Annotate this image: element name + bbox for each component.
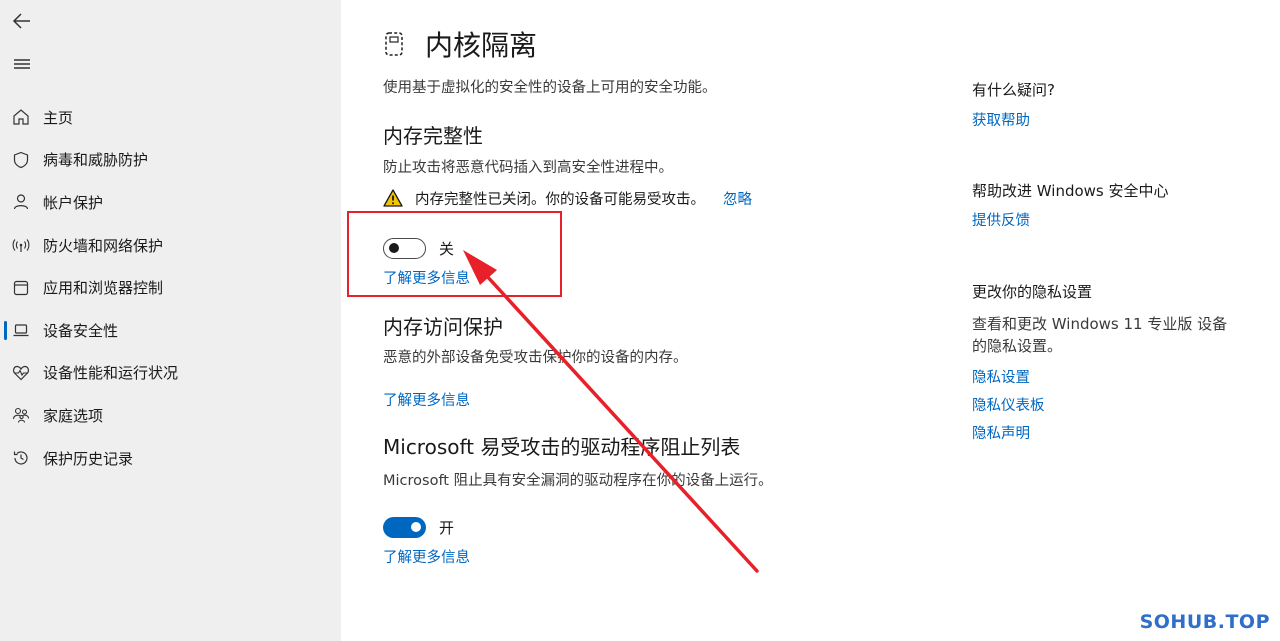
driver-blocklist-title: Microsoft 易受攻击的驱动程序阻止列表: [383, 435, 741, 459]
history-icon: [11, 448, 31, 468]
sidebar-item-device-security[interactable]: 设备安全性: [0, 309, 341, 352]
toggle-state-label: 开: [439, 518, 455, 537]
navigation-sidebar: 主页 病毒和威胁防护 帐户保护 防火墙和网络保护 应用和浏览器控制 设备安全性 …: [0, 0, 341, 641]
sidebar-item-label: 设备性能和运行状况: [43, 364, 179, 383]
menu-button[interactable]: [8, 51, 36, 77]
shield-icon: [11, 150, 31, 170]
warning-text: 内存完整性已关闭。你的设备可能易受攻击。: [415, 191, 705, 208]
laptop-icon: [11, 320, 31, 340]
driver-blocklist-description: Microsoft 阻止具有安全漏洞的驱动程序在你的设备上运行。: [383, 473, 773, 489]
sidebar-item-account-protection[interactable]: 帐户保护: [0, 181, 341, 224]
sidebar-item-device-performance[interactable]: 设备性能和运行状况: [0, 352, 341, 395]
toggle-knob: [411, 522, 421, 532]
memory-integrity-learn-more-link[interactable]: 了解更多信息: [383, 267, 470, 288]
family-icon: [11, 405, 31, 425]
privacy-description: 查看和更改 Windows 11 专业版 设备的隐私设置。: [972, 315, 1228, 355]
sidebar-item-label: 家庭选项: [43, 406, 104, 425]
driver-blocklist-toggle-row: 开: [383, 515, 454, 539]
feedback-heading: 帮助改进 Windows 安全中心: [972, 182, 1169, 200]
help-heading: 有什么疑问?: [972, 81, 1055, 99]
memory-access-description: 恶意的外部设备免受攻击保护你的设备的内存。: [383, 350, 688, 366]
nav-list: 主页 病毒和威胁防护 帐户保护 防火墙和网络保护 应用和浏览器控制 设备安全性 …: [0, 96, 341, 479]
driver-blocklist-learn-more-link[interactable]: 了解更多信息: [383, 546, 470, 567]
memory-integrity-description: 防止攻击将恶意代码插入到高安全性进程中。: [383, 160, 673, 176]
sidebar-item-label: 主页: [43, 108, 74, 127]
privacy-heading: 更改你的隐私设置: [972, 283, 1093, 301]
memory-integrity-toggle[interactable]: [383, 237, 426, 259]
memory-access-title: 内存访问保护: [383, 315, 503, 339]
watermark: SOHUB.TOP: [1139, 611, 1270, 633]
heart-pulse-icon: [11, 363, 31, 383]
sidebar-item-label: 病毒和威胁防护: [43, 151, 149, 170]
give-feedback-link[interactable]: 提供反馈: [972, 209, 1030, 230]
memory-access-learn-more-link[interactable]: 了解更多信息: [383, 389, 470, 410]
back-arrow-icon: [12, 13, 30, 29]
memory-integrity-warning: 内存完整性已关闭。你的设备可能易受攻击。 忽略: [383, 186, 752, 210]
sidebar-item-label: 保护历史记录: [43, 449, 134, 468]
toggle-state-label: 关: [439, 239, 455, 258]
back-button[interactable]: [8, 8, 36, 34]
page-title: 内核隔离: [425, 29, 538, 62]
core-isolation-chip-icon: [383, 30, 407, 58]
driver-blocklist-toggle[interactable]: [383, 516, 426, 538]
sidebar-item-label: 应用和浏览器控制: [43, 279, 164, 298]
privacy-dashboard-link[interactable]: 隐私仪表板: [972, 394, 1045, 415]
hamburger-menu-icon: [14, 59, 30, 69]
sidebar-item-label: 帐户保护: [43, 193, 104, 212]
sidebar-item-home[interactable]: 主页: [0, 96, 341, 139]
sidebar-item-firewall[interactable]: 防火墙和网络保护: [0, 224, 341, 267]
page-header: 内核隔离: [383, 24, 537, 64]
memory-integrity-title: 内存完整性: [383, 124, 483, 148]
app-window-icon: [11, 278, 31, 298]
memory-integrity-toggle-row: 关: [383, 236, 454, 260]
home-icon: [11, 107, 31, 127]
sidebar-item-app-browser-control[interactable]: 应用和浏览器控制: [0, 266, 341, 309]
page-description: 使用基于虚拟化的安全性的设备上可用的安全功能。: [383, 80, 717, 96]
sidebar-item-label: 设备安全性: [43, 321, 119, 340]
sidebar-item-family-options[interactable]: 家庭选项: [0, 394, 341, 437]
get-help-link[interactable]: 获取帮助: [972, 109, 1030, 130]
sidebar-item-protection-history[interactable]: 保护历史记录: [0, 437, 341, 480]
sidebar-item-virus-protection[interactable]: 病毒和威胁防护: [0, 139, 341, 182]
sidebar-item-label: 防火墙和网络保护: [43, 236, 164, 255]
person-icon: [11, 192, 31, 212]
ignore-link[interactable]: 忽略: [723, 188, 752, 209]
toggle-knob: [389, 243, 399, 253]
wifi-antenna-icon: [11, 235, 31, 255]
privacy-settings-link[interactable]: 隐私设置: [972, 366, 1030, 387]
privacy-statement-link[interactable]: 隐私声明: [972, 422, 1030, 443]
warning-triangle-icon: [383, 189, 403, 207]
